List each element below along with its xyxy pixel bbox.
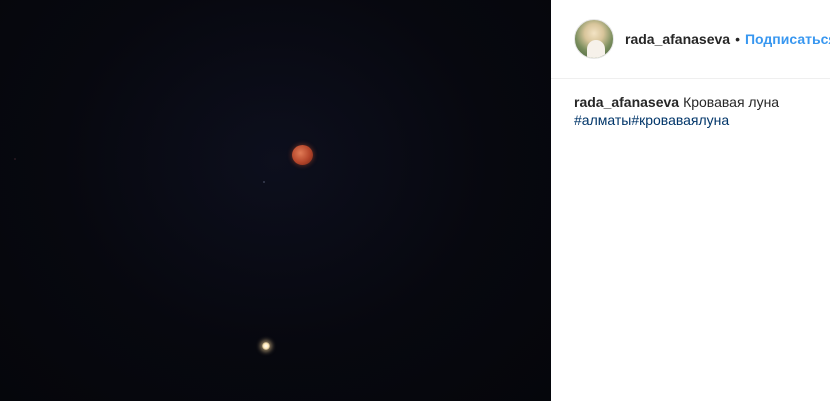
bright-star [262, 342, 270, 350]
blood-moon [292, 145, 313, 165]
avatar[interactable] [574, 19, 614, 59]
faint-star [14, 158, 16, 160]
faint-star [263, 181, 265, 183]
post-sidebar: rada_afanaseva • Подписаться rada_afanas… [551, 0, 830, 401]
caption-hashtags[interactable]: #алматы#кроваваялуна [574, 112, 729, 128]
post-photo[interactable] [0, 0, 551, 401]
separator-dot: • [735, 31, 740, 47]
post-header: rada_afanaseva • Подписаться [551, 0, 830, 79]
caption-username[interactable]: rada_afanaseva [574, 94, 679, 110]
post-caption: rada_afanaseva Кровавая луна #алматы#кров… [574, 93, 824, 129]
follow-button[interactable]: Подписаться [745, 31, 830, 47]
header-username[interactable]: rada_afanaseva [625, 31, 730, 47]
caption-text: Кровавая луна [683, 94, 780, 110]
